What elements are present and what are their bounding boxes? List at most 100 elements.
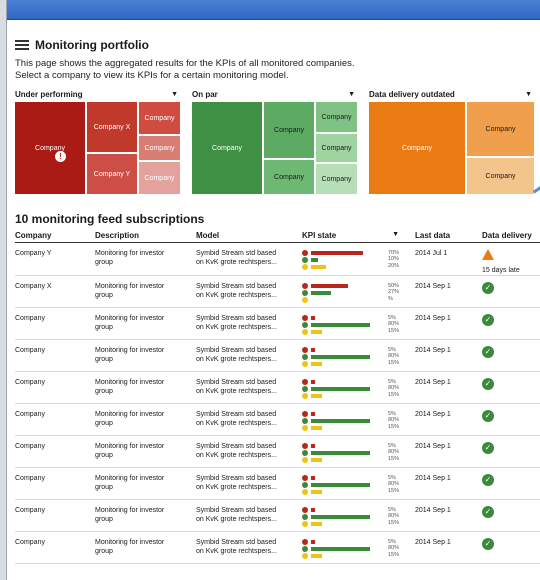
company-cell[interactable]: Company [15,307,95,340]
star-icon [302,552,308,559]
model-cell: Symbid Stream std based on KvK grote rech… [196,435,302,468]
check-icon [302,449,308,456]
chevron-down-icon[interactable]: ▼ [171,91,178,98]
check-circle-icon: ✓ [482,377,494,390]
board-label: Under performing [15,89,83,99]
alert-icon [302,474,308,481]
star-icon [302,488,308,495]
model-line: on KvK grote rechtspers... [196,258,277,266]
column-header-data-delivery[interactable]: Data delivery [482,230,540,243]
company-cell[interactable]: Company X [15,275,95,308]
description-cell: Monitoring for investor group [95,531,196,564]
column-header-company[interactable]: Company [15,230,95,243]
model-cell: Symbid Stream std based on KvK grote rech… [196,531,302,564]
data-delivery-cell: ✓ [482,403,540,436]
company-cell[interactable]: Company [15,531,95,564]
board-header[interactable]: On par ▼ [192,88,357,100]
last-data-cell: 2014 Jul 1 [415,242,482,276]
last-data-cell: 2014 Sep 1 [415,339,482,372]
tile-company-y[interactable]: Company Y [87,154,137,194]
kpi-bar-yellow [311,553,323,558]
star-icon [302,328,308,335]
board-header[interactable]: Data delivery outdated ▼ [369,88,534,100]
board-on-par: On par ▼ Company Company Company Company… [192,88,357,194]
table-row[interactable]: Company Monitoring for investor group Symbi… [15,371,540,404]
alert-icon [302,346,308,353]
kpi-state-label: KPI state [302,231,337,241]
tile-company[interactable]: Company [192,102,262,194]
tile-company[interactable]: Company [139,102,180,134]
company-cell[interactable]: Company [15,467,95,500]
model-cell: Symbid Stream std based on KvK grote rech… [196,499,302,532]
model-line: Symbid Stream std based [196,442,277,450]
model-line: Symbid Stream std based [196,474,277,482]
column-header-kpi-state[interactable]: KPI state ▼ [302,230,415,243]
tile-company[interactable]: Company [264,160,314,194]
model-line: on KvK grote rechtspers... [196,451,277,459]
description-line: group [95,387,113,395]
company-cell[interactable]: Company [15,339,95,372]
table-row[interactable]: Company Monitoring for investor group Symbi… [15,467,540,500]
status-slot: ✓ [482,313,494,326]
kpi-percentages: 5% 80% 15% [388,411,399,431]
alert-icon [302,538,308,545]
kpi-bar-green [311,257,319,262]
intro-line-2: Select a company to view its KPIs for a … [15,70,289,81]
kpi-percentages: 5% 80% 15% [388,443,399,463]
kpi-percentages: 5% 80% 15% [388,379,399,399]
chevron-down-icon[interactable]: ▼ [525,91,532,98]
board-header[interactable]: Under performing ▼ [15,88,180,100]
tile-company[interactable]: Company [467,102,534,156]
model-line: on KvK grote rechtspers... [196,355,277,363]
tile-company[interactable]: Company [467,158,534,194]
kpi-bars: 5% 80% 15% [302,346,415,371]
page-title: Monitoring portfolio [35,38,149,52]
description-line: Monitoring for investor [95,314,165,322]
company-cell[interactable]: Company [15,435,95,468]
kpi-state-cell: 5% 80% 15% [302,499,415,532]
tile-company[interactable]: Company [139,136,180,160]
table-row[interactable]: Company Y Monitoring for investor group Sym… [15,242,540,276]
description-line: Monitoring for investor [95,378,165,386]
column-header-description[interactable]: Description [95,230,196,243]
table-row[interactable]: Company Monitoring for investor group Symbi… [15,499,540,532]
tile-company[interactable]: Company [264,102,314,158]
table-row[interactable]: Company Monitoring for investor group Symbi… [15,403,540,436]
table-row[interactable]: Company Monitoring for investor group Symbi… [15,307,540,340]
tile-company-x[interactable]: Company X [87,102,137,152]
table-row[interactable]: Company X Monitoring for investor group Sym… [15,275,540,308]
kpi-bars: 5% 80% 15% [302,506,415,531]
kpi-state-cell: 50% 27%% [302,275,415,308]
company-cell[interactable]: Company [15,403,95,436]
description-line: Monitoring for investor [95,474,165,482]
description-cell: Monitoring for investor group [95,275,196,308]
alert-icon [302,378,308,385]
table-row[interactable]: Company Monitoring for investor group Symbi… [15,339,540,372]
tile-company[interactable]: Company [139,162,180,194]
check-icon [302,513,308,520]
column-header-model[interactable]: Model [196,230,302,243]
table-row[interactable]: Company Monitoring for investor group Symbi… [15,531,540,564]
tile-company[interactable]: Company [316,164,357,194]
company-cell[interactable]: Company [15,499,95,532]
model-line: Symbid Stream std based [196,314,277,322]
column-header-last-data[interactable]: Last data [415,230,482,243]
description-line: group [95,291,113,299]
chevron-down-icon[interactable]: ▼ [348,91,355,98]
board-under-performing: Under performing ▼ Company Company X Com… [15,88,180,194]
table-row[interactable]: Company Monitoring for investor group Symbi… [15,435,540,468]
description-line: group [95,451,113,459]
company-cell[interactable]: Company [15,371,95,404]
page-intro: This page shows the aggregated results f… [15,58,540,82]
tile-company[interactable]: Company [369,102,465,194]
last-data-cell: 2014 Sep 1 [415,403,482,436]
treemap-boards: Under performing ▼ Company Company X Com… [15,88,540,194]
kpi-bar-yellow [311,361,323,366]
description-line: Monitoring for investor [95,249,165,257]
company-cell[interactable]: Company Y [15,242,95,276]
chevron-down-icon[interactable]: ▼ [392,231,399,238]
tile-company[interactable]: Company [316,102,357,132]
tile-company[interactable]: Company [316,134,357,162]
tile-company[interactable]: Company [15,102,85,194]
check-icon [302,321,308,328]
